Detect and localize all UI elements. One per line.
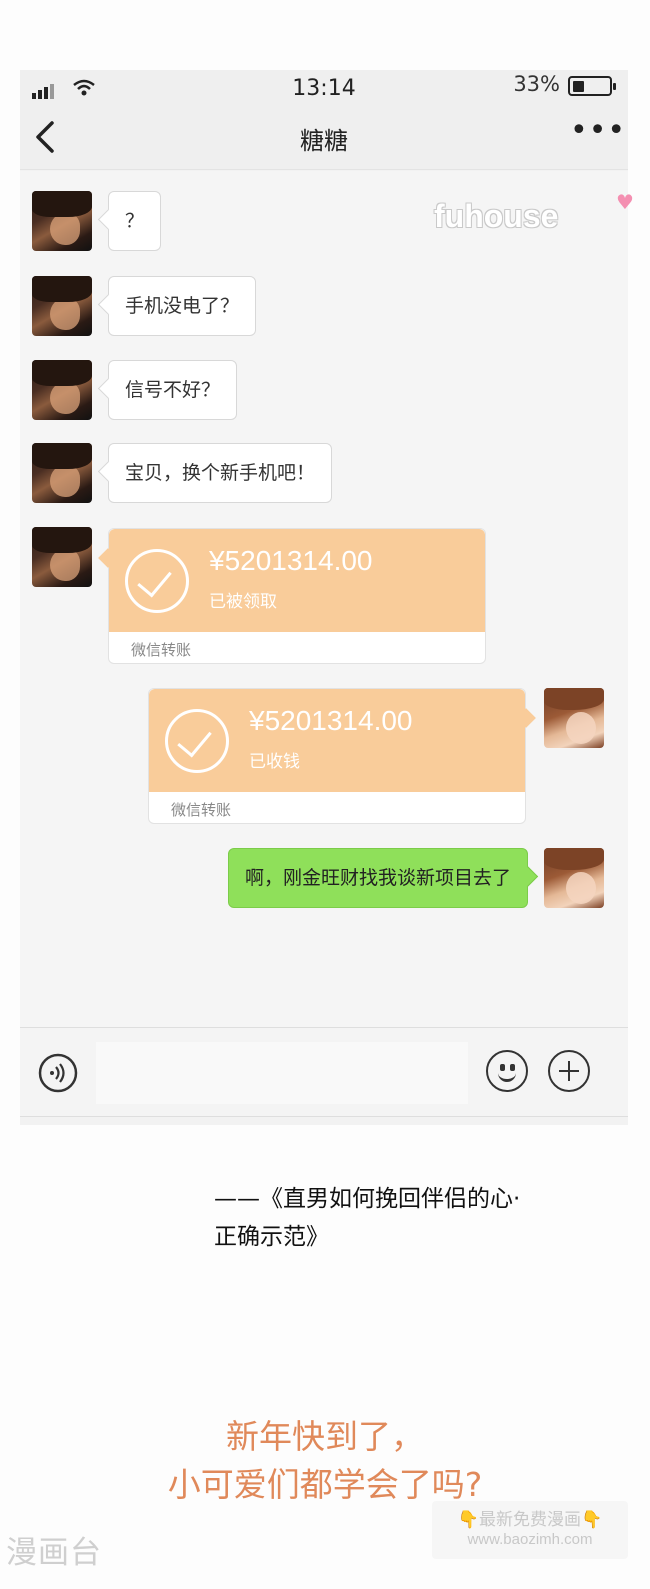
transfer-status: 已收钱 bbox=[249, 752, 300, 772]
message-bubble[interactable]: 信号不好？ bbox=[108, 360, 238, 420]
status-bar: 13:14 33% bbox=[20, 70, 628, 106]
emoji-icon[interactable] bbox=[486, 1050, 528, 1092]
contact-avatar[interactable] bbox=[32, 191, 92, 251]
emoji-mouth bbox=[498, 1072, 516, 1082]
more-options-button[interactable]: ••• bbox=[570, 116, 625, 148]
input-bar bbox=[20, 1027, 628, 1117]
message-bubble[interactable]: ？ bbox=[108, 191, 162, 251]
contact-avatar[interactable] bbox=[32, 360, 92, 420]
check-circle-icon bbox=[165, 709, 229, 773]
caption-line: ——《直男如何挽回伴侣的心· bbox=[214, 1186, 521, 1212]
check-circle-icon bbox=[125, 549, 189, 613]
caption: ——《直男如何挽回伴侣的心· 正确示范》 bbox=[214, 1180, 624, 1256]
plus-icon[interactable] bbox=[548, 1050, 590, 1092]
contact-avatar[interactable] bbox=[32, 527, 92, 587]
transfer-amount: ¥5201314.00 bbox=[209, 545, 373, 576]
contact-avatar[interactable] bbox=[32, 443, 92, 503]
transfer-status: 已被领取 bbox=[209, 592, 277, 612]
page: 13:14 33% 糖糖 ••• ？ 手机没电了？ 信号不好？ 宝贝，换个新手机… bbox=[0, 0, 650, 1589]
voice-icon[interactable] bbox=[38, 1053, 78, 1093]
promo-badge-url: www.baozimh.com bbox=[467, 1531, 593, 1548]
transfer-label: 微信转账 bbox=[171, 801, 232, 819]
battery-percent: 33% bbox=[513, 72, 560, 96]
contact-avatar[interactable] bbox=[32, 276, 92, 336]
promo-line: 新年快到了， bbox=[226, 1417, 424, 1456]
promo-badge-title: 👇最新免费漫画👇 bbox=[457, 1510, 603, 1530]
message-input[interactable] bbox=[96, 1042, 468, 1104]
transfer-card[interactable]: ¥5201314.00 已收钱 微信转账 bbox=[148, 688, 526, 824]
message-list: ？ 手机没电了？ 信号不好？ 宝贝，换个新手机吧！ ¥5201314.00 已被… bbox=[20, 171, 628, 1027]
transfer-card[interactable]: ¥5201314.00 已被领取 微信转账 bbox=[108, 528, 486, 664]
battery-level bbox=[573, 81, 585, 92]
transfer-card-body: ¥5201314.00 已收钱 bbox=[149, 689, 525, 792]
site-logo: 漫画台 bbox=[6, 1535, 102, 1571]
transfer-amount: ¥5201314.00 bbox=[249, 705, 413, 736]
heart-icon: ♥ bbox=[616, 190, 634, 214]
message-bubble[interactable]: 手机没电了？ bbox=[108, 276, 257, 336]
caption-line: 正确示范》 bbox=[214, 1224, 329, 1250]
self-avatar[interactable] bbox=[544, 848, 604, 908]
battery-icon bbox=[568, 76, 616, 96]
self-avatar[interactable] bbox=[544, 688, 604, 748]
transfer-label: 微信转账 bbox=[131, 641, 192, 659]
chat-header: 糖糖 ••• bbox=[20, 106, 628, 170]
message-bubble-sent[interactable]: 啊，刚金旺财找我谈新项目去了 bbox=[227, 848, 528, 908]
chat-title: 糖糖 bbox=[300, 127, 348, 155]
emoji-eye bbox=[500, 1064, 505, 1071]
promo-badge[interactable]: 👇最新免费漫画👇 www.baozimh.com bbox=[432, 1501, 628, 1559]
transfer-card-body: ¥5201314.00 已被领取 bbox=[109, 529, 485, 632]
emoji-eye bbox=[510, 1064, 515, 1071]
message-bubble[interactable]: 宝贝，换个新手机吧！ bbox=[108, 443, 333, 503]
watermark-logo: fuhouse bbox=[434, 198, 559, 234]
